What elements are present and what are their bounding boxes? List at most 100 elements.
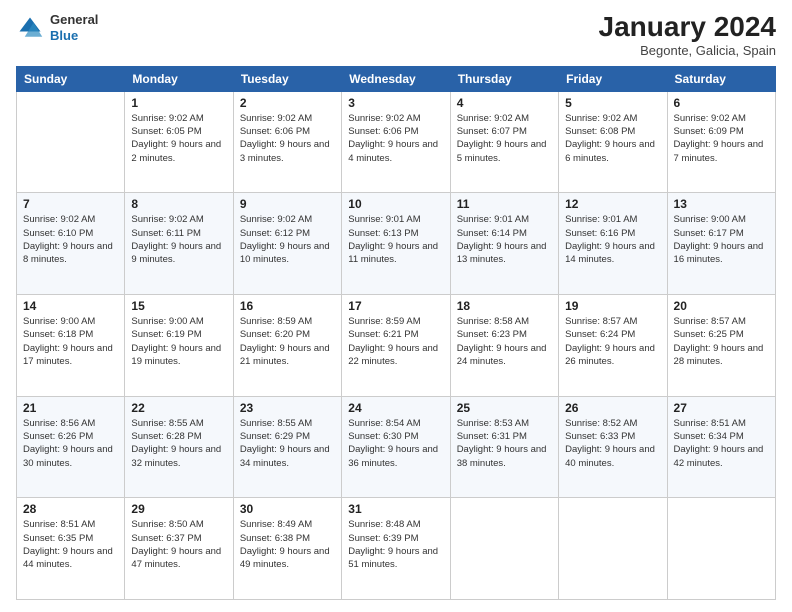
col-thursday: Thursday <box>450 66 558 91</box>
calendar-week-1: 1 Sunrise: 9:02 AMSunset: 6:05 PMDaylight… <box>17 91 776 193</box>
cell-day-number: 31 <box>348 502 443 516</box>
cell-sun-info: Sunrise: 8:57 AMSunset: 6:25 PMDaylight:… <box>674 315 769 368</box>
col-monday: Monday <box>125 66 233 91</box>
cell-sun-info: Sunrise: 8:51 AMSunset: 6:34 PMDaylight:… <box>674 417 769 470</box>
table-row: 4 Sunrise: 9:02 AMSunset: 6:07 PMDaylight… <box>450 91 558 193</box>
cell-sun-info: Sunrise: 8:54 AMSunset: 6:30 PMDaylight:… <box>348 417 443 470</box>
calendar-week-4: 21 Sunrise: 8:56 AMSunset: 6:26 PMDayligh… <box>17 396 776 498</box>
cell-sun-info: Sunrise: 9:02 AMSunset: 6:07 PMDaylight:… <box>457 112 552 165</box>
cell-day-number: 27 <box>674 401 769 415</box>
cell-day-number: 3 <box>348 96 443 110</box>
cell-day-number: 17 <box>348 299 443 313</box>
calendar-table: Sunday Monday Tuesday Wednesday Thursday… <box>16 66 776 600</box>
table-row <box>559 498 667 600</box>
cell-sun-info: Sunrise: 9:01 AMSunset: 6:14 PMDaylight:… <box>457 213 552 266</box>
table-row: 14 Sunrise: 9:00 AMSunset: 6:18 PMDayligh… <box>17 295 125 397</box>
table-row: 30 Sunrise: 8:49 AMSunset: 6:38 PMDayligh… <box>233 498 341 600</box>
cell-sun-info: Sunrise: 9:02 AMSunset: 6:10 PMDaylight:… <box>23 213 118 266</box>
cell-day-number: 29 <box>131 502 226 516</box>
table-row: 12 Sunrise: 9:01 AMSunset: 6:16 PMDayligh… <box>559 193 667 295</box>
cell-day-number: 26 <box>565 401 660 415</box>
table-row: 2Sunrise: 9:02 AMSunset: 6:06 PMDaylight… <box>233 91 341 193</box>
cell-day-number: 1 <box>131 96 226 110</box>
cell-sun-info: Sunrise: 8:59 AMSunset: 6:21 PMDaylight:… <box>348 315 443 368</box>
cell-day-number: 12 <box>565 197 660 211</box>
cell-sun-info: Sunrise: 8:57 AMSunset: 6:24 PMDaylight:… <box>565 315 660 368</box>
cell-day-number: 18 <box>457 299 552 313</box>
table-row <box>17 91 125 193</box>
cell-day-number: 6 <box>674 96 769 110</box>
logo-blue-text: Blue <box>50 28 98 44</box>
cell-sun-info: Sunrise: 9:01 AMSunset: 6:16 PMDaylight:… <box>565 213 660 266</box>
cell-day-number: 11 <box>457 197 552 211</box>
table-row: 29 Sunrise: 8:50 AMSunset: 6:37 PMDayligh… <box>125 498 233 600</box>
cell-sun-info: Sunrise: 8:51 AMSunset: 6:35 PMDaylight:… <box>23 518 118 571</box>
calendar-week-2: 7 Sunrise: 9:02 AMSunset: 6:10 PMDaylight… <box>17 193 776 295</box>
logo: General Blue <box>16 12 98 43</box>
col-sunday: Sunday <box>17 66 125 91</box>
table-row: 5 Sunrise: 9:02 AMSunset: 6:08 PMDaylight… <box>559 91 667 193</box>
table-row <box>450 498 558 600</box>
cell-sun-info: Sunrise: 9:01 AMSunset: 6:13 PMDaylight:… <box>348 213 443 266</box>
cell-sun-info: Sunrise: 8:56 AMSunset: 6:26 PMDaylight:… <box>23 417 118 470</box>
cell-day-number: 28 <box>23 502 118 516</box>
cell-sun-info: Sunrise: 8:50 AMSunset: 6:37 PMDaylight:… <box>131 518 226 571</box>
table-row: 24 Sunrise: 8:54 AMSunset: 6:30 PMDayligh… <box>342 396 450 498</box>
table-row: 11 Sunrise: 9:01 AMSunset: 6:14 PMDayligh… <box>450 193 558 295</box>
table-row: 9 Sunrise: 9:02 AMSunset: 6:12 PMDaylight… <box>233 193 341 295</box>
cell-day-number: 30 <box>240 502 335 516</box>
cell-day-number: 14 <box>23 299 118 313</box>
col-wednesday: Wednesday <box>342 66 450 91</box>
calendar-header-row: Sunday Monday Tuesday Wednesday Thursday… <box>17 66 776 91</box>
cell-sun-info: Sunrise: 9:02 AMSunset: 6:08 PMDaylight:… <box>565 112 660 165</box>
cell-day-number: 4 <box>457 96 552 110</box>
cell-day-number: 24 <box>348 401 443 415</box>
cell-sun-info: Sunrise: 9:02 AMSunset: 6:05 PMDaylight:… <box>131 112 226 165</box>
table-row: 25 Sunrise: 8:53 AMSunset: 6:31 PMDayligh… <box>450 396 558 498</box>
cell-day-number: 7 <box>23 197 118 211</box>
cell-day-number: 25 <box>457 401 552 415</box>
table-row: 19 Sunrise: 8:57 AMSunset: 6:24 PMDayligh… <box>559 295 667 397</box>
calendar-week-3: 14 Sunrise: 9:00 AMSunset: 6:18 PMDayligh… <box>17 295 776 397</box>
header: General Blue January 2024 Begonte, Galic… <box>16 12 776 58</box>
calendar-title: January 2024 <box>599 12 776 43</box>
calendar-location: Begonte, Galicia, Spain <box>599 43 776 58</box>
cell-day-number: 16 <box>240 299 335 313</box>
cell-sun-info: Sunrise: 8:49 AMSunset: 6:38 PMDaylight:… <box>240 518 335 571</box>
cell-day-number: 19 <box>565 299 660 313</box>
table-row: 26 Sunrise: 8:52 AMSunset: 6:33 PMDayligh… <box>559 396 667 498</box>
table-row: 23 Sunrise: 8:55 AMSunset: 6:29 PMDayligh… <box>233 396 341 498</box>
cell-day-number: 13 <box>674 197 769 211</box>
cell-sun-info: Sunrise: 9:00 AMSunset: 6:18 PMDaylight:… <box>23 315 118 368</box>
page: General Blue January 2024 Begonte, Galic… <box>0 0 792 612</box>
cell-sun-info: Sunrise: 9:02 AMSunset: 6:06 PMDaylight:… <box>240 112 335 165</box>
cell-sun-info: Sunrise: 8:53 AMSunset: 6:31 PMDaylight:… <box>457 417 552 470</box>
cell-day-number: 9 <box>240 197 335 211</box>
logo-text: General Blue <box>50 12 98 43</box>
cell-day-number: 21 <box>23 401 118 415</box>
cell-sun-info: Sunrise: 8:52 AMSunset: 6:33 PMDaylight:… <box>565 417 660 470</box>
table-row: 8Sunrise: 9:02 AMSunset: 6:11 PMDaylight… <box>125 193 233 295</box>
table-row: 27 Sunrise: 8:51 AMSunset: 6:34 PMDayligh… <box>667 396 775 498</box>
col-friday: Friday <box>559 66 667 91</box>
cell-day-number: 22 <box>131 401 226 415</box>
table-row: 16 Sunrise: 8:59 AMSunset: 6:20 PMDayligh… <box>233 295 341 397</box>
cell-sun-info: Sunrise: 8:55 AMSunset: 6:29 PMDaylight:… <box>240 417 335 470</box>
col-tuesday: Tuesday <box>233 66 341 91</box>
cell-day-number: 8 <box>131 197 226 211</box>
calendar-week-5: 28 Sunrise: 8:51 AMSunset: 6:35 PMDayligh… <box>17 498 776 600</box>
cell-day-number: 23 <box>240 401 335 415</box>
cell-day-number: 15 <box>131 299 226 313</box>
cell-sun-info: Sunrise: 9:02 AMSunset: 6:12 PMDaylight:… <box>240 213 335 266</box>
logo-icon <box>16 14 44 42</box>
cell-sun-info: Sunrise: 8:59 AMSunset: 6:20 PMDaylight:… <box>240 315 335 368</box>
cell-sun-info: Sunrise: 9:00 AMSunset: 6:19 PMDaylight:… <box>131 315 226 368</box>
cell-sun-info: Sunrise: 9:00 AMSunset: 6:17 PMDaylight:… <box>674 213 769 266</box>
title-block: January 2024 Begonte, Galicia, Spain <box>599 12 776 58</box>
cell-sun-info: Sunrise: 8:48 AMSunset: 6:39 PMDaylight:… <box>348 518 443 571</box>
cell-day-number: 5 <box>565 96 660 110</box>
cell-sun-info: Sunrise: 8:58 AMSunset: 6:23 PMDaylight:… <box>457 315 552 368</box>
table-row: 13 Sunrise: 9:00 AMSunset: 6:17 PMDayligh… <box>667 193 775 295</box>
table-row: 20Sunrise: 8:57 AMSunset: 6:25 PMDayligh… <box>667 295 775 397</box>
table-row: 21 Sunrise: 8:56 AMSunset: 6:26 PMDayligh… <box>17 396 125 498</box>
